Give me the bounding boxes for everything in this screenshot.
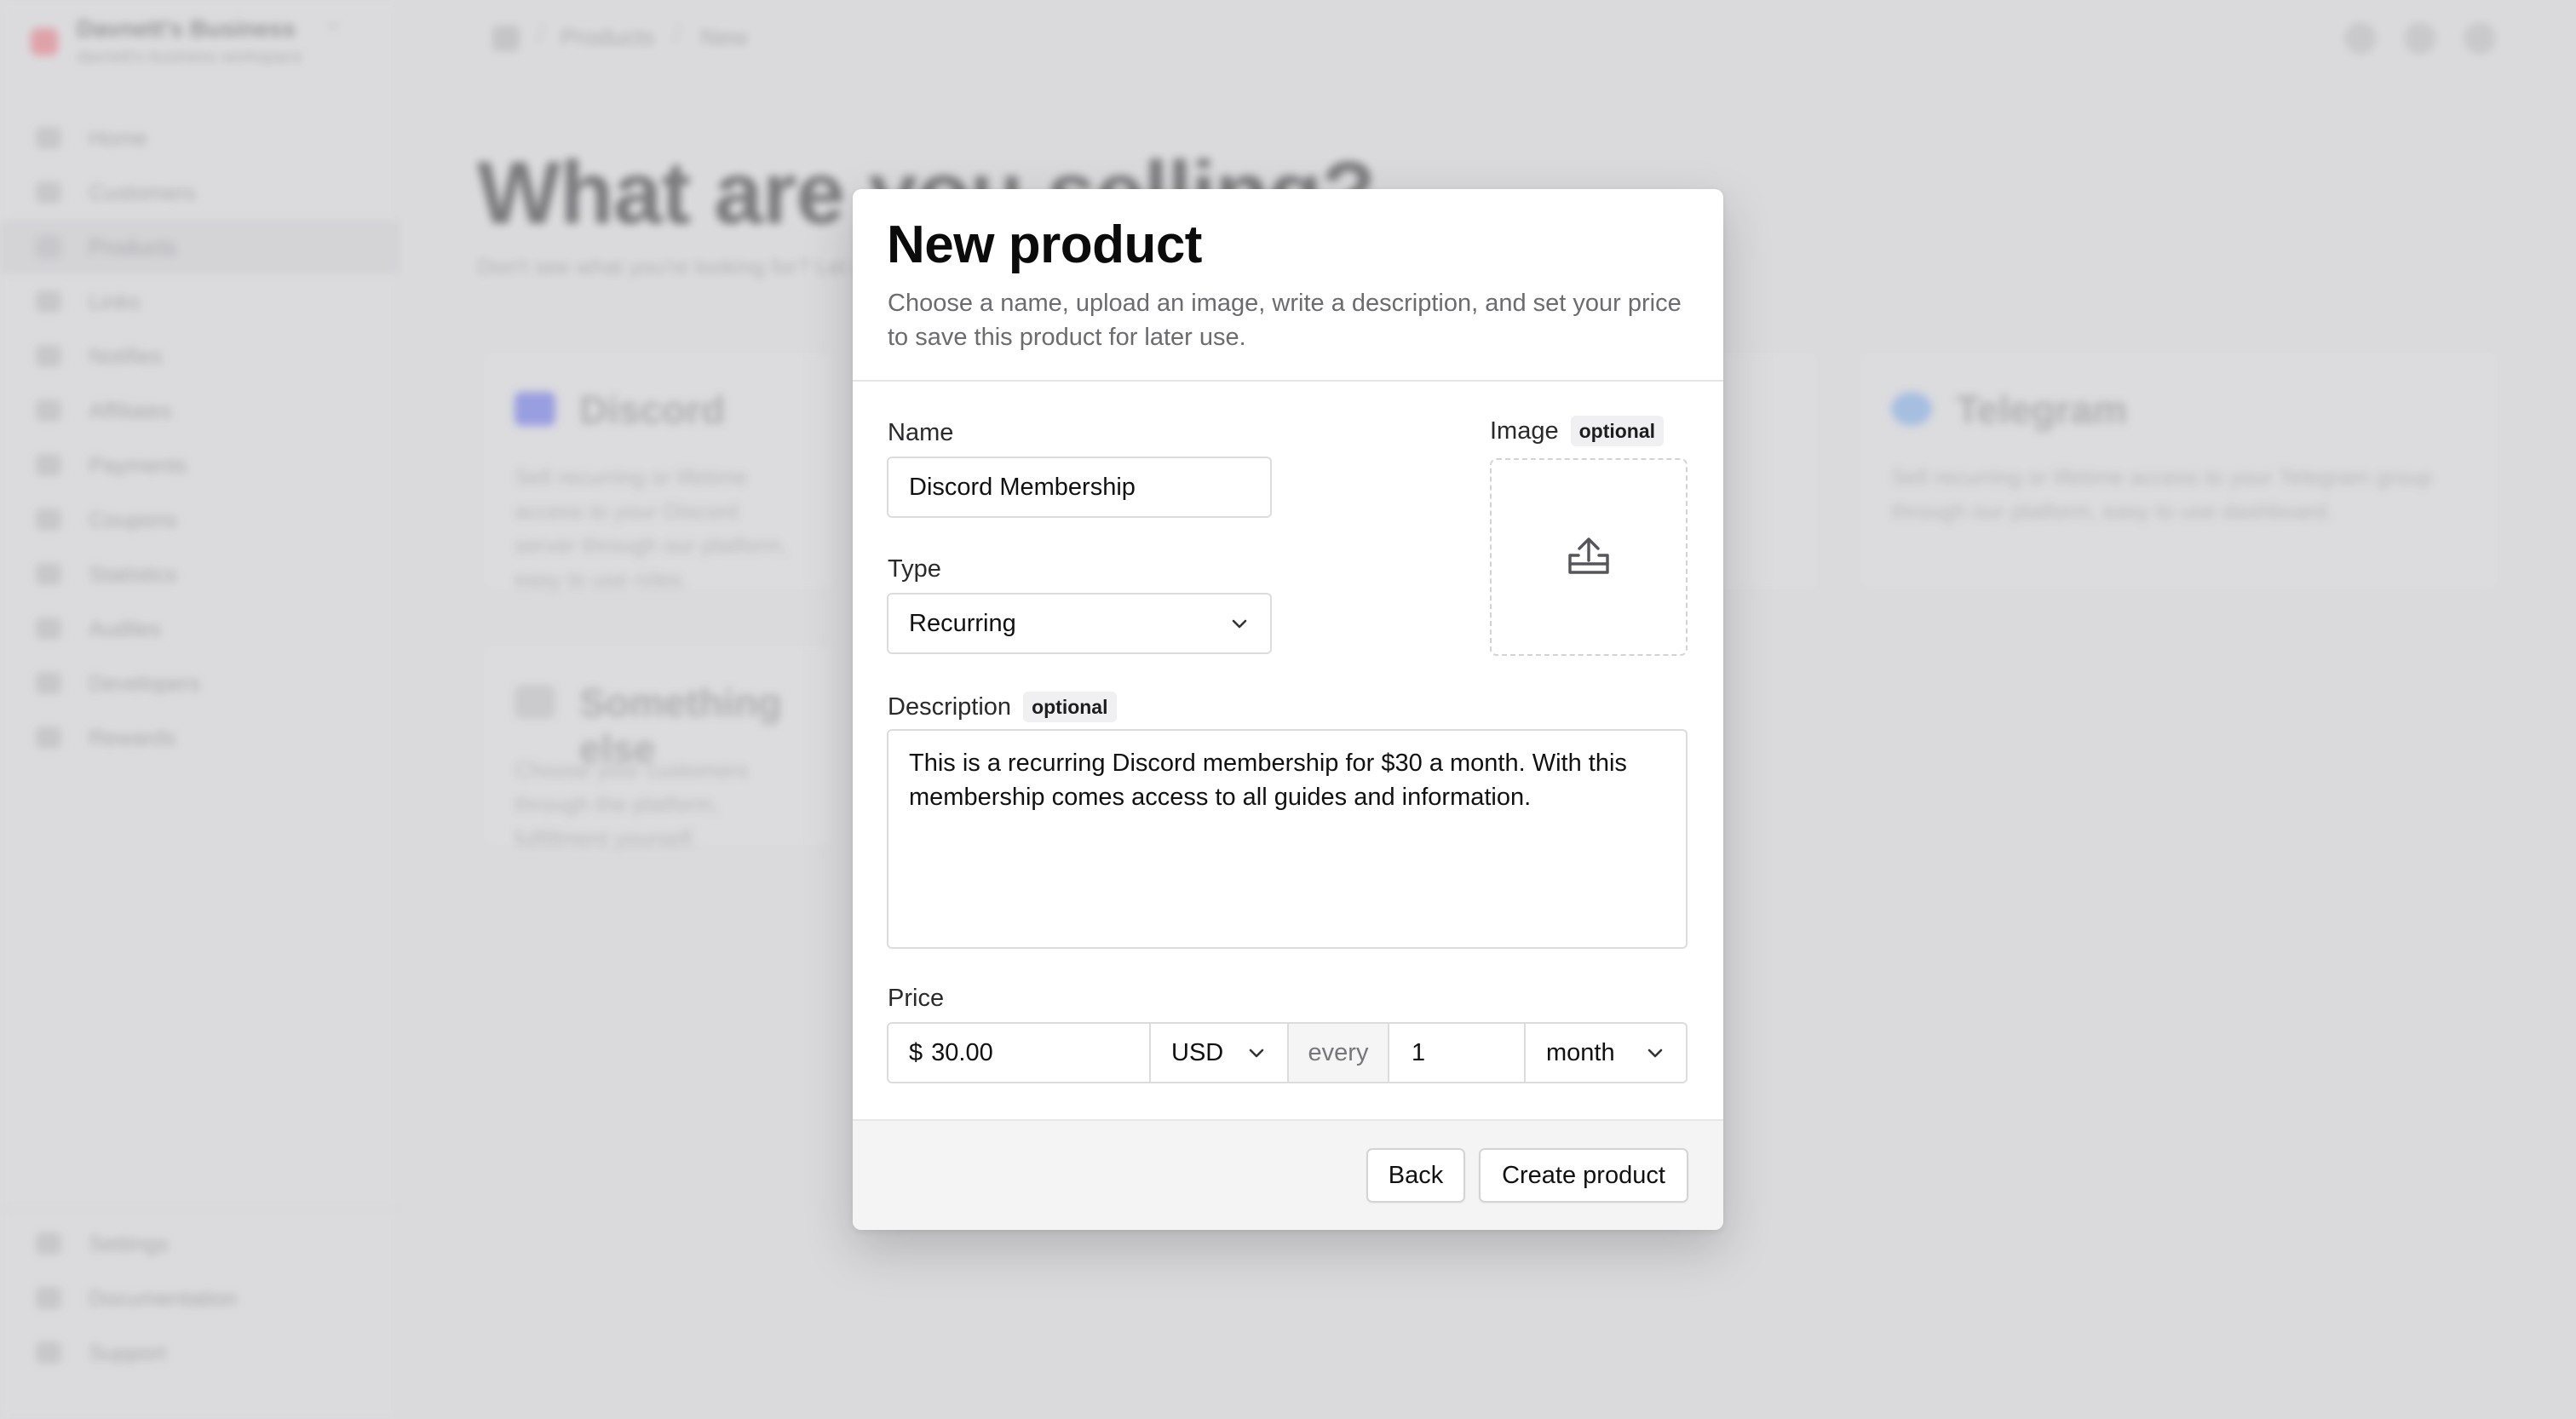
currency-symbol: $ (909, 1038, 923, 1066)
price-amount-value: 30.00 (931, 1038, 993, 1066)
name-label: Name (888, 419, 953, 447)
price-label-text: Price (888, 985, 945, 1012)
currency-select-value: USD (1171, 1038, 1224, 1066)
description-label-text: Description (888, 692, 1012, 721)
price-amount-input[interactable]: $ 30.00 (888, 1024, 1151, 1082)
name-input[interactable] (887, 457, 1272, 518)
interval-count-value: 1 (1412, 1038, 1426, 1066)
optional-badge: optional (1570, 416, 1665, 446)
back-button[interactable]: Back (1366, 1148, 1465, 1203)
image-label-text: Image (1490, 417, 1559, 445)
image-label: Image optional (1490, 416, 1665, 446)
chevron-down-icon (1246, 1043, 1267, 1063)
create-product-button[interactable]: Create product (1479, 1148, 1688, 1203)
type-select[interactable]: Recurring (887, 593, 1272, 654)
type-select-value: Recurring (909, 609, 1016, 637)
type-label: Type (888, 555, 941, 583)
interval-unit-select[interactable]: month (1526, 1024, 1686, 1082)
image-upload-dropzone[interactable] (1490, 458, 1688, 656)
type-label-text: Type (888, 555, 941, 583)
new-product-dialog: New product Choose a name, upload an ima… (853, 189, 1723, 1230)
price-label: Price (888, 985, 944, 1013)
chevron-down-icon (1229, 613, 1250, 634)
dialog-footer: Back Create product (853, 1119, 1723, 1230)
description-label: Description optional (888, 692, 1117, 722)
name-label-text: Name (888, 419, 954, 446)
dialog-header: New product Choose a name, upload an ima… (853, 189, 1723, 382)
currency-select[interactable]: USD (1151, 1024, 1289, 1082)
interval-count-input[interactable]: 1 (1389, 1024, 1526, 1082)
dialog-title: New product (887, 215, 1202, 274)
every-addon: every (1289, 1024, 1389, 1082)
optional-badge: optional (1023, 692, 1117, 722)
interval-unit-value: month (1546, 1038, 1615, 1066)
upload-tray-icon (1567, 535, 1611, 580)
price-input-group: $ 30.00 USD every 1 month (887, 1022, 1688, 1083)
description-textarea[interactable]: This is a recurring Discord membership f… (887, 729, 1688, 949)
every-label: every (1308, 1038, 1369, 1066)
chevron-down-icon (1645, 1043, 1665, 1063)
dialog-description: Choose a name, upload an image, write a … (888, 290, 1682, 351)
